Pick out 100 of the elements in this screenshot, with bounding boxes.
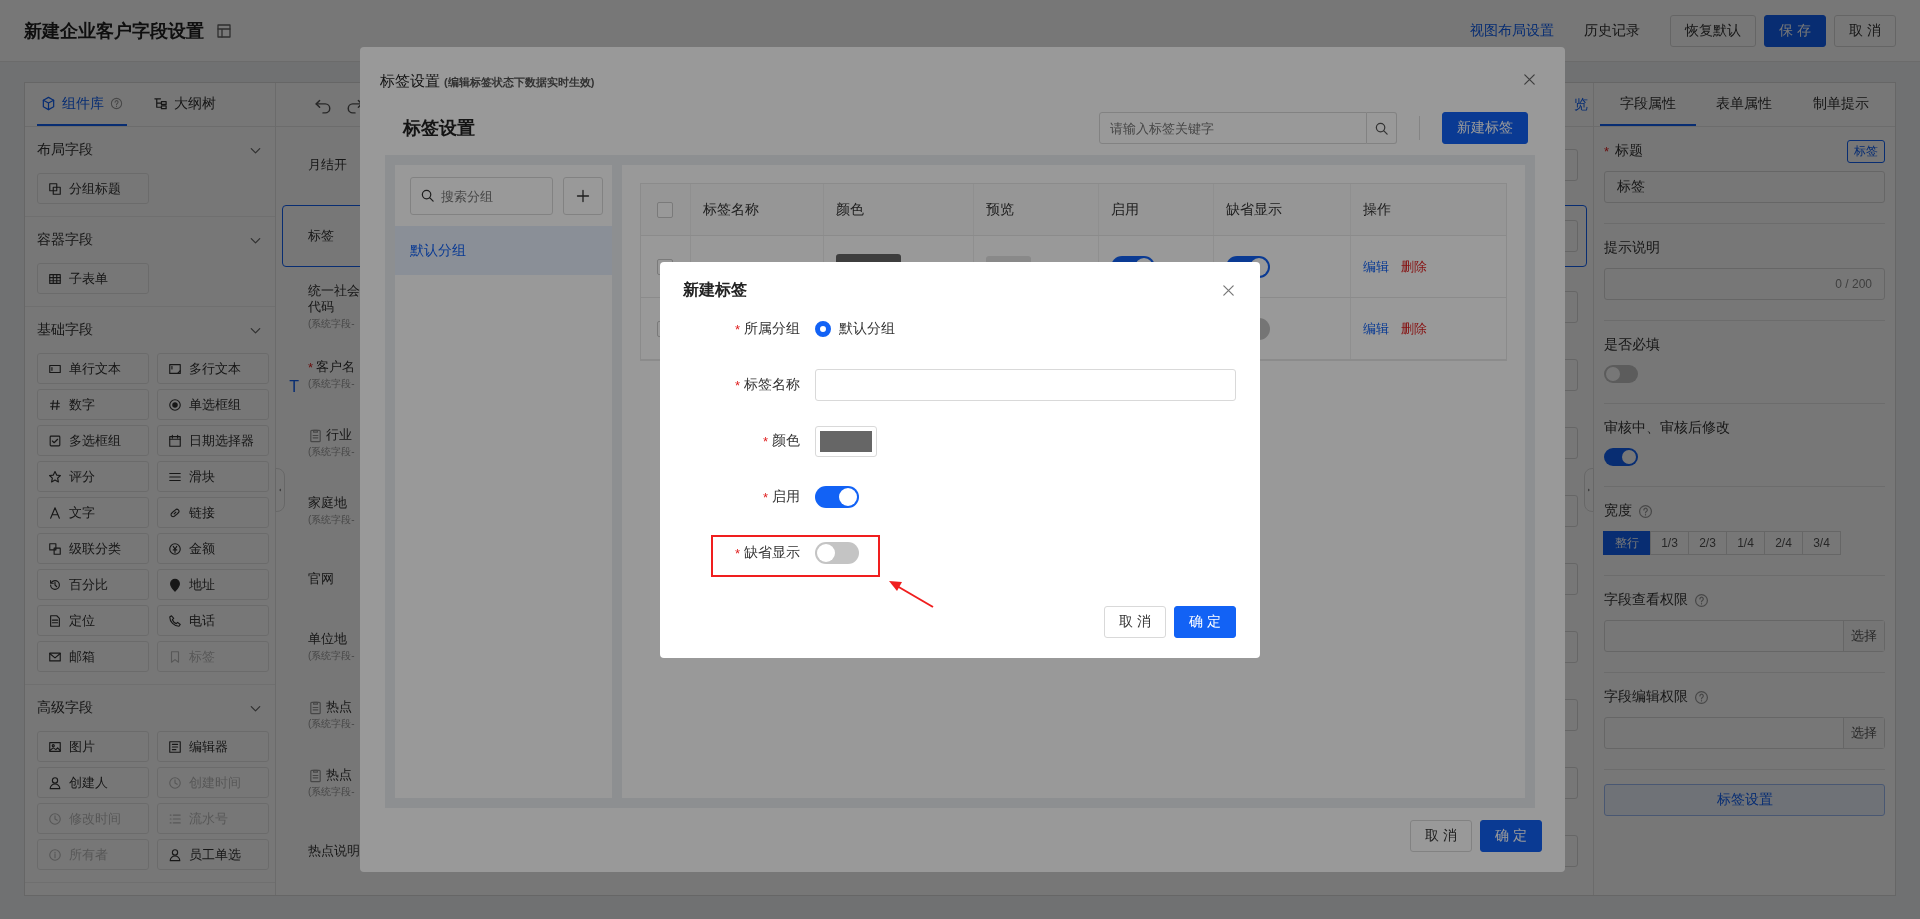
confirm-button[interactable]: 确 定 xyxy=(1480,820,1542,852)
component-item[interactable]: 子表单 xyxy=(37,263,149,294)
component-item[interactable]: 地址 xyxy=(157,569,269,600)
property-label: 提示说明 xyxy=(1604,239,1660,257)
dialog-title: 新建标签 xyxy=(683,280,747,300)
property-label: 是否必填 xyxy=(1604,336,1660,354)
component-item[interactable]: 文字 xyxy=(37,497,149,528)
item-label: 邮箱 xyxy=(69,647,95,666)
add-group-button[interactable] xyxy=(563,177,603,215)
component-item[interactable]: 单行文本 xyxy=(37,353,149,384)
toggle-switch[interactable] xyxy=(1604,365,1638,383)
select-button[interactable]: 选择 xyxy=(1843,621,1884,651)
component-item[interactable]: 员工单选 xyxy=(157,839,269,870)
layout-settings-link[interactable]: 视图布局设置 xyxy=(1470,21,1555,40)
secondary-button[interactable]: 取 消 xyxy=(1834,14,1896,47)
item-label: 级联分类 xyxy=(69,539,121,558)
component-item[interactable]: 级联分类 xyxy=(37,533,149,564)
item-label: 日期选择器 xyxy=(189,431,254,450)
property-label: 字段编辑权限 xyxy=(1604,688,1688,706)
input-field[interactable]: 选择 xyxy=(1604,620,1885,652)
edit-link[interactable]: 编辑 xyxy=(1363,257,1389,276)
toggle-switch[interactable] xyxy=(1604,448,1638,466)
document-icon xyxy=(48,613,62,628)
toggle-switch[interactable] xyxy=(815,542,859,564)
component-item[interactable]: 滑块 xyxy=(157,461,269,492)
radio-button[interactable] xyxy=(815,321,831,337)
delete-link[interactable]: 删除 xyxy=(1401,257,1427,276)
layout-icon[interactable] xyxy=(216,22,232,39)
checkbox-icon xyxy=(48,433,62,448)
component-item[interactable]: 多选框组 xyxy=(37,425,149,456)
component-item[interactable]: 图片 xyxy=(37,731,149,762)
search-button[interactable] xyxy=(1367,112,1397,144)
checkbox[interactable] xyxy=(657,201,673,218)
radio-option[interactable]: 默认分组 xyxy=(815,320,895,338)
item-label: 多行文本 xyxy=(189,359,241,378)
input-field[interactable]: 标签 xyxy=(1604,171,1885,203)
width-option[interactable]: 2/3 xyxy=(1688,531,1727,555)
image-icon xyxy=(48,739,62,754)
component-item[interactable]: 编辑器 xyxy=(157,731,269,762)
component-item[interactable]: 单选框组 xyxy=(157,389,269,420)
panel-tab[interactable]: 表单属性 xyxy=(1696,83,1793,126)
component-item[interactable]: 评分 xyxy=(37,461,149,492)
width-option[interactable]: 3/4 xyxy=(1802,531,1841,555)
input-field[interactable] xyxy=(815,369,1236,401)
search-field[interactable]: 搜索分组 xyxy=(410,177,553,215)
modal-subtitle: (编辑标签状态下数据实时生效) xyxy=(444,75,595,90)
width-option[interactable]: 1/4 xyxy=(1726,531,1765,555)
new-tag-button[interactable]: 新建标签 xyxy=(1442,112,1528,144)
column-header: 颜色 xyxy=(836,200,864,219)
component-item[interactable]: 百分比 xyxy=(37,569,149,600)
required-mark: * xyxy=(734,377,740,393)
panel-tab[interactable]: 大纲树 xyxy=(149,83,220,126)
input-field[interactable]: 选择 xyxy=(1604,717,1885,749)
close-icon[interactable] xyxy=(1522,72,1537,87)
width-option[interactable]: 1/3 xyxy=(1650,531,1689,555)
component-item[interactable]: 金额 xyxy=(157,533,269,564)
component-item[interactable]: 多行文本 xyxy=(157,353,269,384)
delete-link[interactable]: 删除 xyxy=(1401,319,1427,338)
width-option[interactable]: 2/4 xyxy=(1764,531,1803,555)
select-button[interactable]: 选择 xyxy=(1843,718,1884,748)
field-type-tag: 标签 xyxy=(1847,139,1885,163)
item-label: 创建人 xyxy=(69,773,108,792)
component-item[interactable]: 数字 xyxy=(37,389,149,420)
column-header: 操作 xyxy=(1363,200,1391,219)
secondary-button[interactable]: 恢复默认 xyxy=(1670,14,1757,47)
map-pin-icon xyxy=(168,577,182,592)
column-header: 缺省显示 xyxy=(1226,200,1282,219)
component-item[interactable]: 分组标题 xyxy=(37,173,149,204)
coin-icon xyxy=(168,541,182,556)
clipboard-icon xyxy=(308,427,323,443)
component-item[interactable]: 创建人 xyxy=(37,767,149,798)
form-label: 所属分组 xyxy=(744,320,800,338)
field-label: 官网 xyxy=(308,571,334,587)
close-icon[interactable] xyxy=(1221,283,1236,298)
preview-link[interactable]: 览 xyxy=(1574,95,1588,114)
component-item[interactable]: 定位 xyxy=(37,605,149,636)
plus-icon xyxy=(575,188,591,204)
field-label: 热点 xyxy=(326,767,352,783)
width-option[interactable]: 整行 xyxy=(1603,531,1651,555)
history-button[interactable]: 历史记录 xyxy=(1584,21,1641,40)
panel-tab[interactable]: 组件库 xyxy=(37,83,127,126)
component-item[interactable]: 链接 xyxy=(157,497,269,528)
tag-settings-button[interactable]: 标签设置 xyxy=(1604,784,1885,816)
panel-tab[interactable]: 字段属性 xyxy=(1600,83,1697,126)
collapse-handle[interactable] xyxy=(275,468,285,512)
collapse-handle[interactable] xyxy=(1584,468,1594,512)
search-field[interactable]: 请输入标签关键字 xyxy=(1099,112,1367,144)
column-header: 启用 xyxy=(1111,200,1139,219)
panel-tab[interactable]: 制单提示 xyxy=(1792,83,1889,126)
toggle-switch[interactable] xyxy=(815,486,859,508)
primary-button[interactable]: 保 存 xyxy=(1764,14,1827,47)
confirm-button[interactable]: 确 定 xyxy=(1174,606,1236,638)
cancel-button[interactable]: 取 消 xyxy=(1410,820,1473,852)
component-item[interactable]: 电话 xyxy=(157,605,269,636)
cancel-button[interactable]: 取 消 xyxy=(1104,606,1167,638)
edit-link[interactable]: 编辑 xyxy=(1363,319,1389,338)
component-item[interactable]: 日期选择器 xyxy=(157,425,269,456)
component-item[interactable]: 邮箱 xyxy=(37,641,149,672)
section-title: 容器字段 xyxy=(37,231,93,249)
group-item[interactable]: 默认分组 xyxy=(395,226,612,275)
